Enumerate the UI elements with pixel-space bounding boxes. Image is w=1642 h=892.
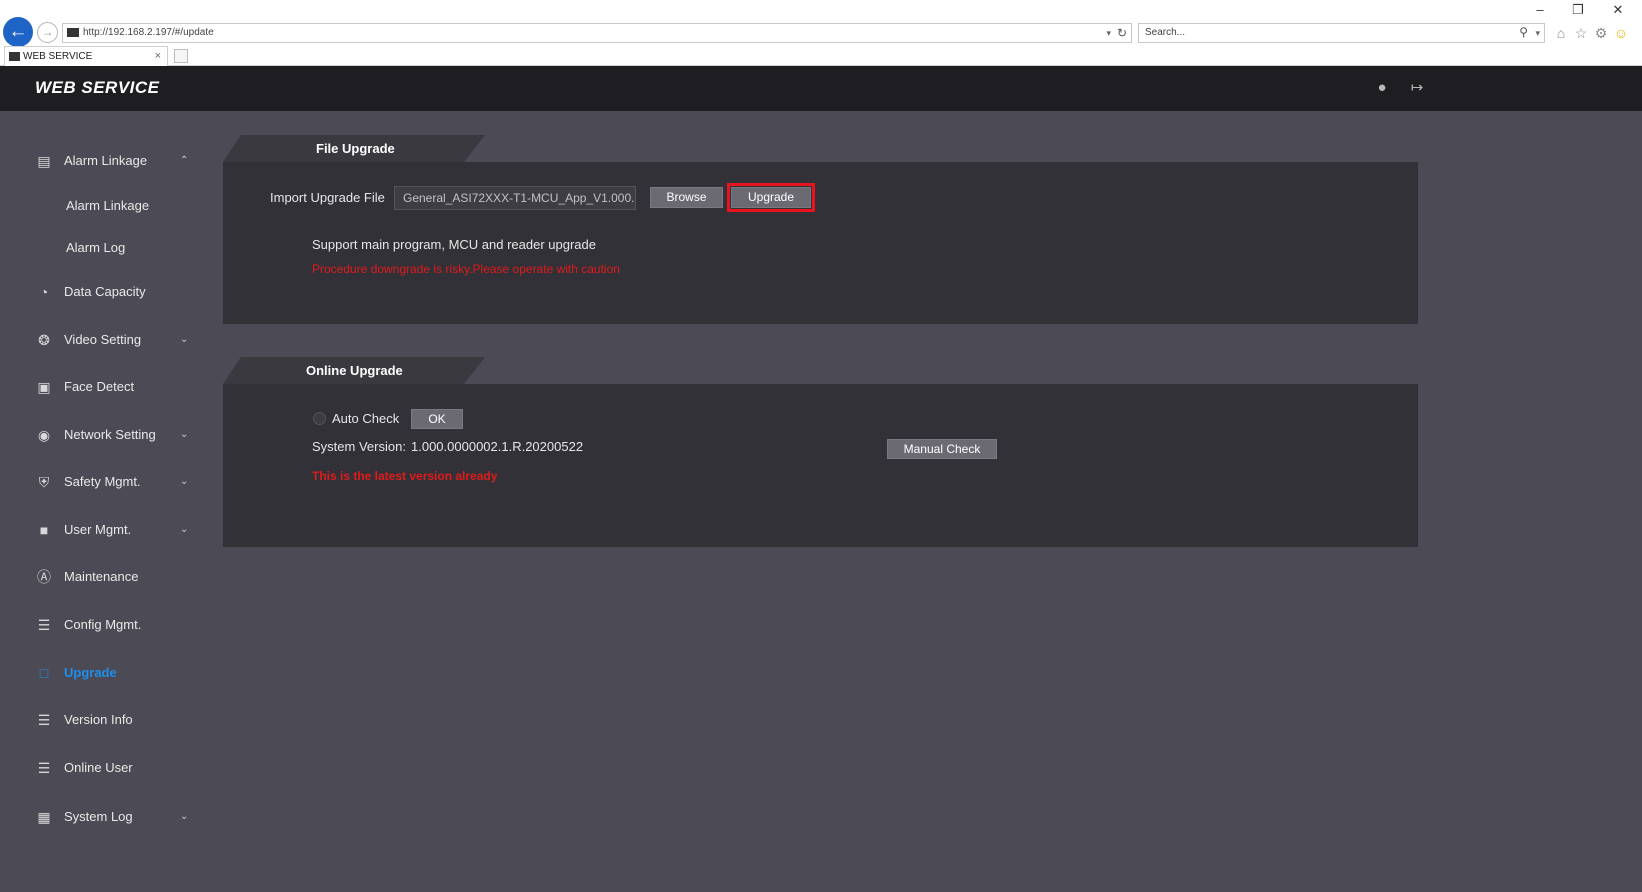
list-user-icon: ☰	[37, 760, 51, 776]
file-upgrade-panel: Import Upgrade File General_ASI72XXX-T1-…	[223, 162, 1418, 324]
search-icon[interactable]: ⚲	[1519, 23, 1528, 41]
upgrade-file-input[interactable]: General_ASI72XXX-T1-MCU_App_V1.000.0	[394, 186, 636, 210]
import-upgrade-file-label: Import Upgrade File	[270, 190, 385, 205]
manual-check-button[interactable]: Manual Check	[887, 439, 997, 459]
search-placeholder: Search...	[1145, 27, 1186, 38]
smiley-feedback-icon[interactable]: ☺	[1612, 24, 1630, 42]
browser-tab[interactable]: WEB SERVICE ×	[4, 46, 168, 66]
forward-arrow-icon[interactable]: →	[37, 22, 58, 43]
user-icon: ■	[39, 522, 49, 538]
online-upgrade-title: Online Upgrade	[306, 363, 403, 378]
user-icon[interactable]: ●	[1372, 78, 1392, 98]
sidebar-item-network-setting[interactable]: ◉ Network Setting ⌄	[0, 417, 210, 453]
tab-favicon-icon	[9, 52, 20, 61]
browser-chrome: ← → http://192.168.2.197/#/update ▾ ↻ Se…	[0, 0, 1642, 66]
sidebar-item-data-capacity[interactable]: ◔ Data Capacity	[0, 274, 210, 310]
video-setting-icon: ❂	[38, 332, 50, 348]
back-arrow-icon[interactable]: ←	[3, 17, 33, 47]
sidebar-item-label: Network Setting	[64, 427, 156, 442]
upgrade-button[interactable]: Upgrade	[731, 187, 811, 208]
sidebar-item-video-setting[interactable]: ❂ Video Setting ⌄	[0, 322, 210, 358]
ok-button[interactable]: OK	[411, 409, 463, 429]
logout-icon[interactable]: ↦	[1407, 78, 1427, 98]
online-upgrade-panel: Auto Check OK System Version: 1.000.0000…	[223, 384, 1418, 547]
sidebar-item-label: Upgrade	[64, 665, 117, 680]
address-bar[interactable]: http://192.168.2.197/#/update ▾ ↻	[62, 23, 1132, 43]
auto-check-label: Auto Check	[332, 411, 400, 426]
sidebar: ▤ Alarm Linkage ⌃ Alarm Linkage Alarm Lo…	[0, 111, 210, 892]
brand-logo: WEB SERVICE	[35, 78, 160, 97]
site-favicon-icon	[67, 28, 79, 37]
new-tab-icon[interactable]	[174, 49, 188, 63]
favorites-star-icon[interactable]: ☆	[1572, 24, 1590, 42]
latest-version-status: This is the latest version already	[312, 469, 498, 483]
sidebar-item-label: Version Info	[64, 712, 133, 727]
sidebar-item-label: Online User	[64, 760, 133, 775]
sidebar-item-label: Video Setting	[64, 332, 142, 347]
sidebar-item-label: Data Capacity	[64, 284, 146, 299]
online-upgrade-header: Online Upgrade	[223, 357, 485, 384]
chevron-down-icon: ⌄	[180, 429, 189, 440]
chevron-up-icon: ⌃	[180, 155, 189, 166]
chevron-down-icon: ⌄	[180, 811, 189, 822]
file-upgrade-title: File Upgrade	[316, 141, 395, 156]
browse-button[interactable]: Browse	[650, 187, 723, 208]
downgrade-warning-text: Procedure downgrade is risky.Please oper…	[312, 262, 620, 276]
sidebar-item-user-mgmt[interactable]: ■ User Mgmt. ⌄	[0, 512, 210, 548]
system-version-value: 1.000.0000002.1.R.20200522	[411, 439, 584, 454]
sidebar-item-version-info[interactable]: ☰ Version Info	[0, 702, 210, 738]
sidebar-subitem-alarm-log[interactable]: Alarm Log	[66, 233, 206, 263]
file-upgrade-header: File Upgrade	[223, 135, 485, 162]
sidebar-item-online-user[interactable]: ☰ Online User	[0, 750, 210, 786]
shield-icon: ⛨	[38, 474, 50, 490]
chevron-down-icon: ⌄	[180, 334, 189, 345]
sidebar-item-label: Alarm Linkage	[64, 153, 148, 168]
browser-search-box[interactable]: Search... ⚲ ▾	[1138, 23, 1545, 43]
pie-chart-icon: ◔	[39, 284, 49, 300]
sidebar-item-label: Safety Mgmt.	[64, 474, 141, 489]
sidebar-item-safety-mgmt[interactable]: ⛨ Safety Mgmt. ⌄	[0, 464, 210, 500]
close-window-icon[interactable]: ✕	[1610, 2, 1626, 18]
tab-title: WEB SERVICE	[23, 51, 93, 62]
settings-gear-icon[interactable]: ⚙	[1592, 24, 1610, 42]
auto-check-checkbox[interactable]	[313, 412, 326, 425]
face-detect-icon: ▣	[37, 379, 51, 395]
network-icon: ◉	[37, 427, 51, 443]
chevron-down-icon: ⌄	[180, 476, 189, 487]
address-text: http://192.168.2.197/#/update	[83, 27, 214, 38]
sidebar-subitem-alarm-linkage[interactable]: Alarm Linkage	[66, 191, 206, 221]
sidebar-item-upgrade[interactable]: □ Upgrade	[0, 655, 210, 691]
log-icon: ▦	[37, 809, 51, 825]
sidebar-item-config-mgmt[interactable]: ☰ Config Mgmt.	[0, 607, 210, 643]
refresh-icon[interactable]: ↻	[1117, 24, 1127, 42]
upgrade-icon: □	[39, 665, 49, 681]
search-dropdown-icon[interactable]: ▾	[1535, 24, 1540, 42]
sidebar-item-label: System Log	[64, 809, 133, 824]
support-info-text: Support main program, MCU and reader upg…	[312, 237, 596, 252]
browser-nav-row: ← → http://192.168.2.197/#/update ▾ ↻ Se…	[0, 0, 1642, 47]
maintenance-icon: Ⓐ	[37, 569, 51, 585]
app-header: WEB SERVICE ● ↦	[0, 66, 1642, 111]
sliders-icon: ☰	[37, 617, 51, 633]
address-dropdown-icon[interactable]: ▾	[1106, 24, 1111, 42]
tab-close-icon[interactable]: ×	[155, 47, 161, 66]
minimize-icon[interactable]: –	[1532, 2, 1548, 18]
restore-icon[interactable]: ❐	[1570, 2, 1586, 18]
sidebar-item-alarm-linkage[interactable]: ▤ Alarm Linkage ⌃	[0, 143, 210, 179]
layers-icon: ☰	[37, 712, 51, 728]
system-version-label: System Version:	[312, 439, 406, 454]
chevron-down-icon: ⌄	[180, 524, 189, 535]
sidebar-item-label: Face Detect	[64, 379, 135, 394]
home-icon[interactable]: ⌂	[1552, 24, 1570, 42]
sidebar-item-system-log[interactable]: ▦ System Log ⌄	[0, 799, 210, 835]
sidebar-item-label: Config Mgmt.	[64, 617, 142, 632]
sidebar-item-maintenance[interactable]: Ⓐ Maintenance	[0, 559, 210, 595]
sidebar-item-label: User Mgmt.	[64, 522, 132, 537]
alarm-linkage-icon: ▤	[37, 153, 51, 169]
sidebar-item-face-detect[interactable]: ▣ Face Detect	[0, 369, 210, 405]
sidebar-item-label: Maintenance	[64, 569, 139, 584]
